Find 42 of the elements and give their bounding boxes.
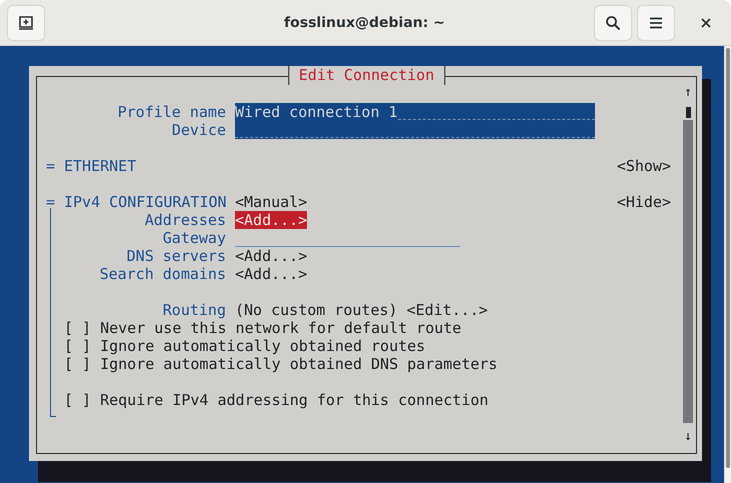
scroll-down-arrow[interactable]: ↓ bbox=[684, 429, 692, 445]
checkbox-label: Ignore automatically obtained DNS parameters bbox=[100, 355, 498, 373]
checkbox-label: Never use this network for default route bbox=[100, 319, 462, 337]
checkbox[interactable]: [ ] bbox=[64, 391, 92, 409]
checkbox[interactable]: [ ] bbox=[64, 319, 92, 337]
field-label: DNS servers bbox=[126, 247, 226, 265]
field-label: Routing bbox=[162, 301, 226, 319]
section-title: IPv4 CONFIGURATION bbox=[64, 193, 226, 211]
section-title: ETHERNET bbox=[64, 157, 138, 175]
field-label: Device bbox=[170, 121, 226, 139]
new-tab-icon bbox=[18, 14, 34, 30]
new-tab-button[interactable] bbox=[7, 4, 45, 40]
menu-icon bbox=[649, 16, 663, 28]
dialog-title: Edit Connection bbox=[288, 66, 446, 85]
section-marker: = bbox=[46, 193, 56, 211]
add-button[interactable]: <Add...> bbox=[235, 265, 308, 283]
routes-value: (No custom routes) bbox=[235, 301, 398, 319]
scroll-thumb[interactable] bbox=[686, 107, 690, 118]
checkbox[interactable]: [ ] bbox=[64, 337, 92, 355]
edit-button[interactable]: <Edit...> bbox=[406, 301, 488, 319]
menu-button[interactable] bbox=[637, 4, 675, 40]
add-button[interactable]: <Add...> bbox=[235, 247, 308, 265]
close-icon bbox=[700, 16, 712, 28]
field-label: Search domains bbox=[98, 265, 226, 283]
window-scrollbar[interactable] bbox=[726, 48, 730, 468]
toggle-button[interactable]: <Show> bbox=[616, 157, 671, 175]
checkbox-label: Require IPv4 addressing for this connection bbox=[100, 391, 488, 409]
scroll-up-arrow[interactable]: ↑ bbox=[684, 85, 692, 101]
field-label: Profile name bbox=[116, 103, 226, 121]
field-label: Addresses bbox=[144, 211, 226, 229]
add-button[interactable]: <Add...> bbox=[235, 211, 308, 229]
search-button[interactable] bbox=[594, 4, 632, 40]
mode-button[interactable]: <Manual> bbox=[235, 193, 308, 211]
input-field[interactable] bbox=[235, 121, 595, 139]
input-field[interactable]: Wired connection 1 bbox=[235, 103, 595, 121]
window-title: fosslinux@debian: ~ bbox=[283, 14, 446, 30]
section-marker: = bbox=[46, 157, 56, 175]
checkbox-label: Ignore automatically obtained routes bbox=[100, 337, 426, 355]
checkbox[interactable]: [ ] bbox=[64, 355, 92, 373]
field-label: Gateway bbox=[162, 229, 226, 247]
toggle-button[interactable]: <Hide> bbox=[616, 193, 671, 211]
search-icon bbox=[605, 14, 621, 30]
